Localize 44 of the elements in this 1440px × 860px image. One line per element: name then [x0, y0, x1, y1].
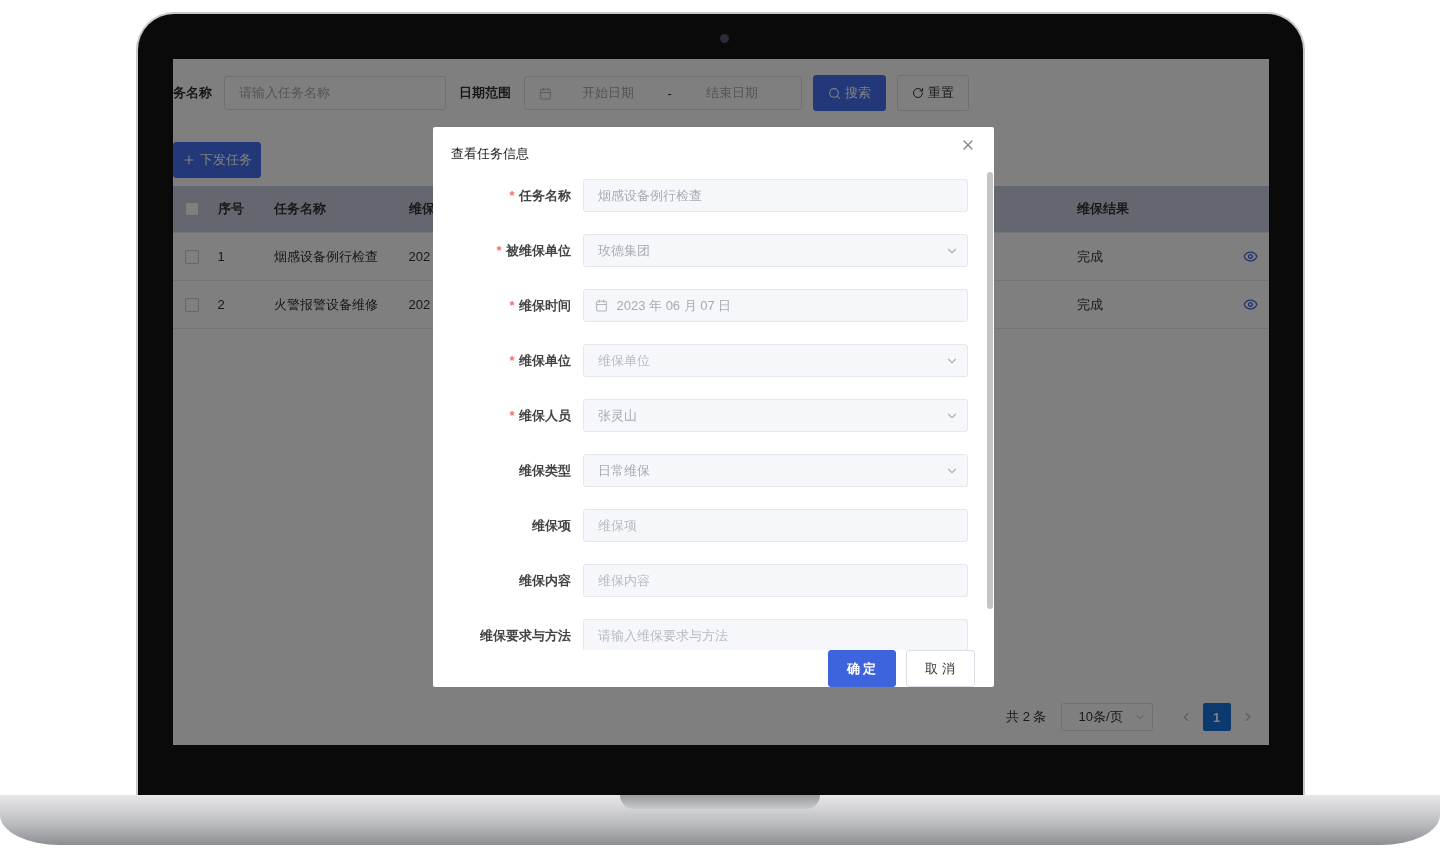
search-button[interactable]: 搜索 — [812, 75, 886, 111]
camera-icon — [719, 34, 729, 43]
table-cell: 202 — [408, 249, 431, 264]
refresh-icon — [911, 87, 924, 99]
view-icon[interactable] — [1242, 297, 1258, 312]
form-label: 维保内容 — [518, 571, 571, 590]
field-label: 日期范围 — [458, 84, 511, 102]
form-label: 维保类型 — [518, 461, 571, 480]
column-header: 维保结果 — [1076, 201, 1129, 216]
form-label: 维保项 — [531, 516, 571, 535]
checkbox[interactable] — [184, 249, 199, 264]
column-header: 任务名称 — [273, 201, 326, 216]
confirm-button[interactable]: 确 定 — [827, 650, 896, 687]
calendar-icon — [594, 299, 608, 312]
table-cell: 完成 — [1076, 296, 1103, 312]
table-cell: 1 — [217, 249, 225, 264]
page-size-select[interactable]: 10条/页 — [1060, 703, 1153, 731]
form-label: 维保要求与方法 — [479, 626, 571, 645]
table-cell: 烟感设备例行检查 — [273, 248, 378, 264]
view-icon[interactable] — [1242, 249, 1258, 264]
add-task-button[interactable]: 下发任务 — [172, 142, 261, 178]
column-header: 维保 — [408, 201, 435, 216]
checkbox[interactable] — [184, 202, 199, 216]
page-button[interactable]: 1 — [1202, 703, 1231, 731]
plus-icon — [181, 153, 196, 167]
search-icon — [827, 86, 841, 100]
scrollbar[interactable] — [986, 172, 993, 609]
form-label: * 维保时间 — [509, 296, 571, 315]
cancel-button[interactable]: 取 消 — [905, 650, 975, 687]
reset-button[interactable]: 重置 — [896, 75, 969, 111]
dialog-title: 查看任务信息 — [450, 146, 529, 161]
field-label: 务名称 — [172, 84, 212, 102]
table-cell: 2 — [217, 297, 225, 312]
table-cell: 完成 — [1076, 248, 1103, 264]
column-header: 序号 — [217, 201, 244, 216]
table-cell: 火警报警设备维修 — [273, 296, 378, 312]
calendar-icon — [538, 86, 552, 100]
checkbox[interactable] — [184, 297, 199, 312]
form-label: * 维保单位 — [509, 351, 571, 370]
total-count: 共 2 条 — [1006, 708, 1047, 726]
table-cell: 202 — [408, 297, 431, 312]
form-label: * 维保人员 — [509, 406, 571, 425]
form-label: * 被维保单位 — [496, 241, 571, 260]
form-label: * 任务名称 — [509, 186, 571, 205]
